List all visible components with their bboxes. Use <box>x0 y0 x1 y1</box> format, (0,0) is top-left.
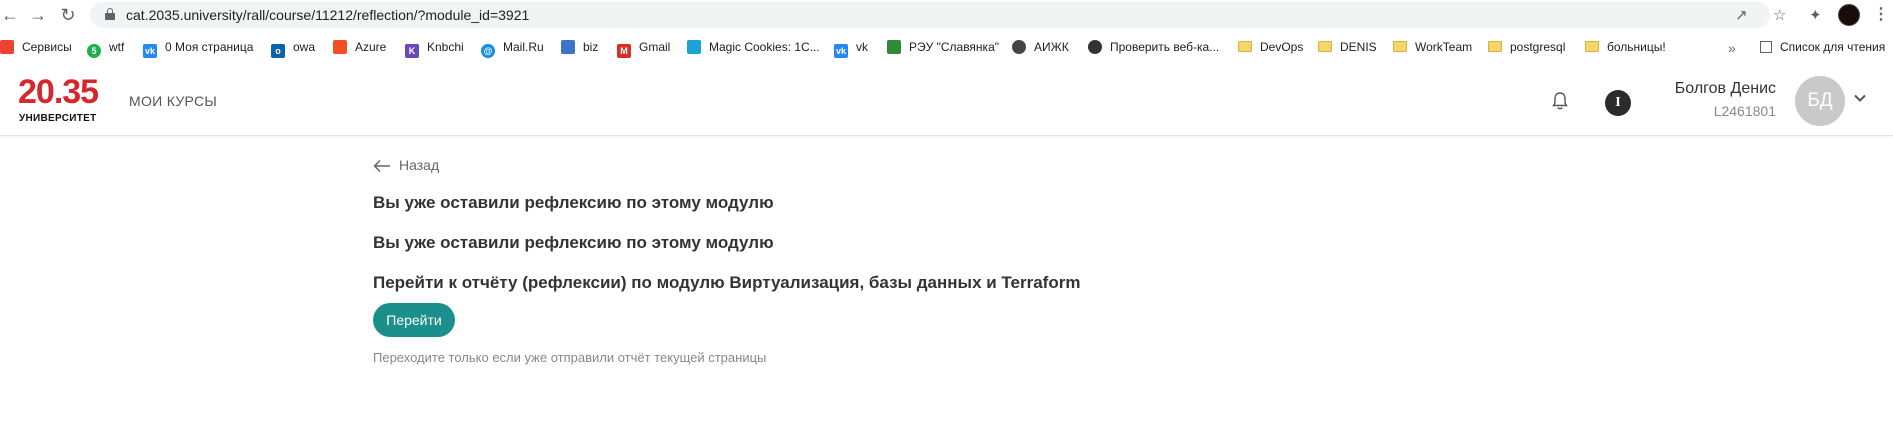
forward-arrow-icon[interactable]: → <box>28 5 48 25</box>
lock-icon <box>105 8 115 20</box>
user-name[interactable]: Болгов Денис <box>1675 80 1776 98</box>
folder-icon <box>1488 41 1502 52</box>
gmail-icon: M <box>617 44 631 58</box>
bookmark-item[interactable]: 5 wtf <box>87 38 124 58</box>
bookmark-folder[interactable]: postgresql <box>1488 38 1565 56</box>
bookmark-item[interactable]: biz <box>561 38 598 56</box>
leaf-icon <box>887 40 901 54</box>
back-arrow-icon[interactable]: ← <box>0 5 20 25</box>
chart-icon <box>561 40 575 54</box>
profile-avatar-icon[interactable] <box>1838 4 1860 26</box>
reading-list-button[interactable]: Список для чтения <box>1760 38 1885 56</box>
reading-list-icon <box>1760 41 1772 53</box>
bookmark-folder[interactable]: больницы! <box>1585 38 1666 56</box>
k-icon: K <box>405 44 419 58</box>
bookmark-item[interactable]: M Gmail <box>617 38 670 58</box>
browser-toolbar: ← → ↻ cat.2035.university/rall/course/11… <box>0 0 1893 30</box>
go-button[interactable]: Перейти <box>373 303 455 337</box>
back-label: Назад <box>399 157 440 173</box>
chevron-down-icon[interactable] <box>1852 90 1868 106</box>
bookmark-item[interactable]: РЭУ "Славянка" <box>887 38 999 56</box>
bookmark-item[interactable]: АИЖК <box>1012 38 1069 56</box>
go-to-report-prompt: Перейти к отчёту (рефлексии) по модулю В… <box>373 273 1081 292</box>
browser-menu-icon[interactable]: ⋮ <box>1873 4 1889 24</box>
folder-icon <box>1318 41 1332 52</box>
green-circle-icon: 5 <box>87 44 101 58</box>
star-icon[interactable]: ☆ <box>1773 6 1786 24</box>
apps-grid-icon <box>0 40 14 54</box>
folder-icon <box>1585 41 1599 52</box>
avatar[interactable]: БД <box>1795 76 1845 126</box>
bookmark-item[interactable]: Сервисы <box>0 38 72 56</box>
info-icon[interactable]: I <box>1605 90 1631 116</box>
cookie-icon <box>687 40 701 54</box>
arrow-left-icon <box>373 159 390 173</box>
url-text[interactable]: cat.2035.university/rall/course/11212/re… <box>126 7 529 23</box>
webcam-icon <box>1088 40 1102 54</box>
bookmark-item[interactable]: o owa <box>271 38 315 58</box>
logo-number[interactable]: 20.35 <box>18 73 99 112</box>
folder-icon <box>1393 41 1407 52</box>
hint-text: Переходите только если уже отправили отч… <box>373 350 767 365</box>
extensions-puzzle-icon[interactable]: ✦ <box>1809 6 1822 24</box>
bookmark-folder[interactable]: WorkTeam <box>1393 38 1472 56</box>
bookmark-item[interactable]: Azure <box>333 38 386 56</box>
globe-icon <box>1012 40 1026 54</box>
bookmark-folder[interactable]: DENIS <box>1318 38 1377 56</box>
reload-icon[interactable]: ↻ <box>58 5 78 25</box>
bookmark-item[interactable]: @ Mail.Ru <box>481 38 544 58</box>
bookmark-item[interactable]: K Knbchi <box>405 38 464 58</box>
folder-icon <box>1238 41 1252 52</box>
mailru-icon: @ <box>481 44 495 58</box>
bookmarks-overflow-icon[interactable]: » <box>1728 40 1736 56</box>
outlook-icon: o <box>271 44 285 58</box>
bookmark-item[interactable]: vk vk <box>834 38 868 58</box>
bell-icon[interactable] <box>1551 91 1569 111</box>
vk-icon: vk <box>143 44 157 58</box>
logo-subtitle[interactable]: УНИВЕРСИТЕТ <box>19 113 97 124</box>
nav-my-courses[interactable]: МОИ КУРСЫ <box>129 93 217 109</box>
bookmark-folder[interactable]: DevOps <box>1238 38 1303 56</box>
site-header: 20.35 УНИВЕРСИТЕТ МОИ КУРСЫ I Болгов Ден… <box>0 63 1893 136</box>
reflection-exists-message: Вы уже оставили рефлексию по этому модул… <box>373 233 774 252</box>
address-bar[interactable]: cat.2035.university/rall/course/11212/re… <box>90 2 1786 28</box>
vk-icon: vk <box>834 44 848 58</box>
user-id: L2461801 <box>1713 103 1776 119</box>
reflection-exists-message: Вы уже оставили рефлексию по этому модул… <box>373 193 774 212</box>
bookmark-item[interactable]: vk 0 Моя страница <box>143 38 253 58</box>
microsoft-icon <box>333 40 347 54</box>
bookmarks-bar: Сервисы 5 wtf vk 0 Моя страница o owa Azure… <box>0 34 1893 60</box>
share-icon[interactable]: ↗ <box>1735 6 1748 24</box>
bookmark-item[interactable]: Проверить веб-ка... <box>1088 38 1219 56</box>
bookmark-item[interactable]: Magic Cookies: 1С... <box>687 38 820 56</box>
